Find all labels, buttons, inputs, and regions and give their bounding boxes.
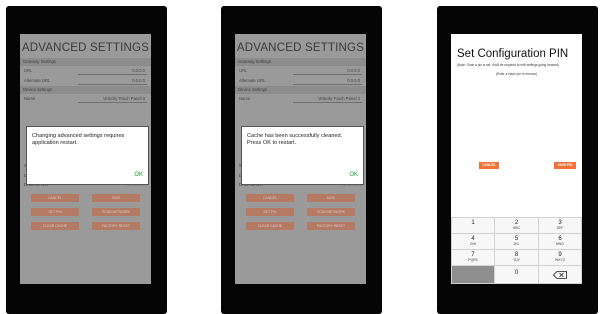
tablet-1: ADVANCED SETTINGS Gateway Settings URL 0.… bbox=[6, 6, 167, 314]
tablet-2: ADVANCED SETTINGS Gateway Settings URL 0.… bbox=[221, 6, 382, 314]
alt-url-label: Alternate URL bbox=[24, 78, 51, 83]
tablet-3: Set Configuration PIN (Note: Once a pin … bbox=[437, 6, 598, 314]
alt-url-label: Alternate URL bbox=[239, 78, 266, 83]
screen-advanced-settings-1: ADVANCED SETTINGS Gateway Settings URL 0.… bbox=[20, 34, 151, 284]
section-device-settings: Device Settings bbox=[235, 86, 366, 94]
save-button[interactable]: SAVE bbox=[92, 193, 140, 202]
key-digit: 1 bbox=[471, 220, 475, 226]
dialog-message: Changing advanced settings requires appl… bbox=[32, 133, 125, 146]
key-5[interactable]: 5 JKL bbox=[495, 234, 538, 249]
dialog-message: Cache has been successfully cleaned. Pre… bbox=[247, 133, 343, 146]
backspace-icon bbox=[552, 271, 567, 279]
save-button[interactable]: SAVE bbox=[307, 193, 355, 202]
key-8[interactable]: 8 TUV bbox=[495, 250, 538, 265]
numeric-keypad: 1 2 ABC 3 DEF 4 GHI 5 JKL 6 MNO 7 PQRS 8 TUV 9W… bbox=[451, 217, 582, 284]
save-pin-button[interactable]: SAVE PIN bbox=[554, 162, 576, 169]
url-row[interactable]: URL 0.0.0.0 bbox=[20, 66, 151, 76]
clear-cache-button[interactable]: CLEAR CACHE bbox=[31, 221, 79, 230]
alt-url-field[interactable]: 0.0.0.0 bbox=[347, 78, 360, 83]
pin-note: (Note: Once a pin is set, it will be req… bbox=[457, 63, 560, 67]
pin-hint: (Enter a blank pin to remove) bbox=[495, 72, 538, 76]
url-row[interactable]: URL 0.0.0.0 bbox=[235, 66, 366, 76]
page-title: ADVANCED SETTINGS bbox=[236, 42, 365, 54]
factory-reset-button[interactable]: FACTORY RESET bbox=[307, 221, 355, 230]
cache-cleared-dialog: Cache has been successfully cleaned. Pre… bbox=[241, 126, 364, 185]
set-pin-button[interactable]: SET PIN bbox=[31, 207, 79, 216]
cancel-button[interactable]: CANCEL bbox=[246, 193, 294, 202]
key-3[interactable]: 3 DEF bbox=[539, 218, 581, 233]
scan-network-button[interactable]: SCAN NETWORK bbox=[92, 207, 140, 216]
key-blank bbox=[452, 266, 494, 283]
name-field[interactable]: Velocity Touch Panel 3 bbox=[103, 96, 145, 101]
restart-dialog: Changing advanced settings requires appl… bbox=[26, 126, 149, 185]
key-letters: WXYZ bbox=[555, 258, 565, 262]
key-letters: TUV bbox=[513, 258, 520, 262]
page-title: Set Configuration PIN bbox=[457, 48, 569, 60]
section-gateway-settings: Gateway Settings bbox=[235, 58, 366, 66]
cancel-button[interactable]: CANCEL bbox=[31, 193, 79, 202]
key-9[interactable]: 9 WXYZ bbox=[539, 250, 581, 265]
name-row[interactable]: Name Velocity Touch Panel 3 bbox=[235, 94, 366, 104]
screen-set-pin: Set Configuration PIN (Note: Once a pin … bbox=[451, 34, 582, 284]
cancel-button[interactable]: CANCEL bbox=[479, 162, 499, 169]
key-letters: DEF bbox=[556, 226, 564, 230]
page-title: ADVANCED SETTINGS bbox=[21, 42, 150, 54]
alt-url-row[interactable]: Alternate URL 0.0.0.0 bbox=[235, 76, 366, 86]
key-1[interactable]: 1 bbox=[452, 218, 494, 233]
name-label: Name bbox=[239, 96, 251, 101]
dialog-ok-button[interactable]: OK bbox=[134, 172, 143, 178]
name-field[interactable]: Velocity Touch Panel 3 bbox=[318, 96, 360, 101]
key-digit: 0 bbox=[514, 270, 519, 276]
key-letters: GHI bbox=[469, 242, 477, 246]
key-2[interactable]: 2 ABC bbox=[495, 218, 538, 233]
key-4[interactable]: 4 GHI bbox=[452, 234, 494, 249]
alt-url-row[interactable]: Alternate URL 0.0.0.0 bbox=[20, 76, 151, 86]
backspace-key[interactable] bbox=[539, 266, 581, 283]
scan-network-button[interactable]: SCAN NETWORK bbox=[307, 207, 355, 216]
factory-reset-button[interactable]: FACTORY RESET bbox=[92, 221, 140, 230]
dialog-ok-button[interactable]: OK bbox=[349, 172, 358, 178]
url-field[interactable]: 0.0.0.0 bbox=[132, 68, 145, 73]
key-letters: JKL bbox=[513, 242, 520, 246]
name-label: Name bbox=[24, 96, 36, 101]
key-letters: ABC bbox=[513, 226, 520, 230]
key-6[interactable]: 6 MNO bbox=[539, 234, 581, 249]
url-label: URL bbox=[239, 68, 248, 73]
clear-cache-button[interactable]: CLEAR CACHE bbox=[246, 221, 294, 230]
alt-url-field[interactable]: 0.0.0.0 bbox=[132, 78, 145, 83]
key-0[interactable]: 0 bbox=[495, 266, 538, 283]
key-7[interactable]: 7 PQRS bbox=[452, 250, 494, 265]
name-row[interactable]: Name Velocity Touch Panel 3 bbox=[20, 94, 151, 104]
key-letters: MNO bbox=[556, 242, 564, 246]
url-label: URL bbox=[24, 68, 33, 73]
set-pin-button[interactable]: SET PIN bbox=[246, 207, 294, 216]
screen-advanced-settings-2: ADVANCED SETTINGS Gateway Settings URL 0.… bbox=[235, 34, 366, 284]
section-device-settings: Device Settings bbox=[20, 86, 151, 94]
section-gateway-settings: Gateway Settings bbox=[20, 58, 151, 66]
url-field[interactable]: 0.0.0.0 bbox=[347, 68, 360, 73]
key-letters: PQRS bbox=[468, 258, 478, 262]
